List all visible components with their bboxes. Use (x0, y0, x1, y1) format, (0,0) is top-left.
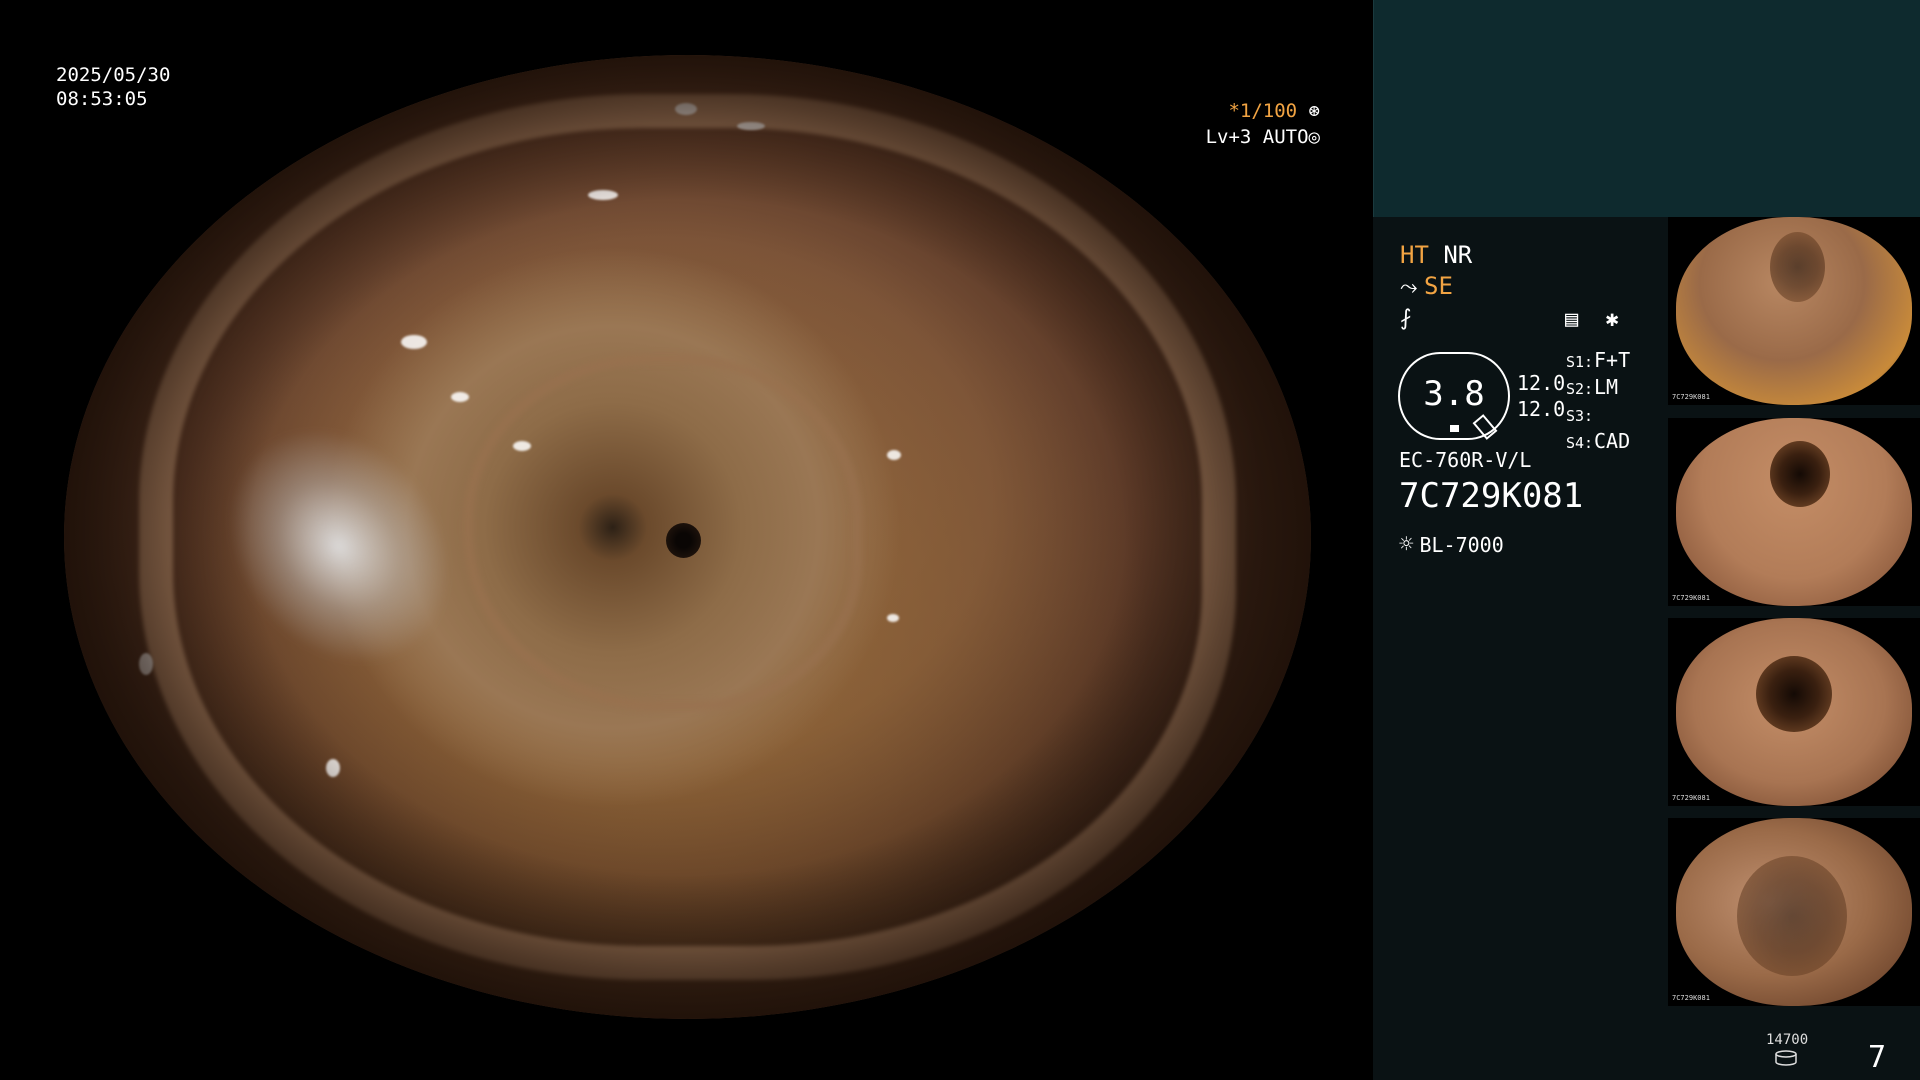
specular-highlight (512, 440, 531, 451)
switch-value: LM (1594, 375, 1619, 399)
thumbnail-tag: 7C729K081 (1672, 994, 1710, 1002)
nr-mode: NR (1443, 241, 1473, 269)
gauge-value: 3.8 (1423, 374, 1485, 414)
switch-value: F+T (1594, 348, 1631, 372)
captured-thumbnail[interactable]: 7C729K081 (1668, 418, 1920, 606)
thumbnail-tag: 7C729K081 (1672, 794, 1710, 802)
switch-key: S3: (1566, 407, 1594, 425)
thumbnail-tag: 7C729K081 (1672, 393, 1710, 401)
ht-mode: HT (1400, 241, 1429, 269)
structure-enhance-icon: ⤳ (1400, 275, 1418, 300)
switch-row: S4:CAD (1566, 429, 1630, 456)
info-panel-header (1373, 0, 1920, 217)
storage-count: 14700 (1766, 1032, 1809, 1048)
light-source: ☼ BL-7000 (1399, 530, 1504, 558)
timestamp: 2025/05/30 08:53:05 (56, 63, 170, 111)
specular-highlight (887, 450, 902, 461)
settings-list-icon: ▤ (1565, 307, 1579, 332)
storage-disk-icon (1775, 1050, 1797, 1066)
scope-switch-assignments: S1:F+T S2:LM S3: S4:CAD (1566, 348, 1630, 456)
image-mode-settings: HT NR ⤳ SE ⨏ (1400, 240, 1700, 333)
shutter-speed: *1/100 (1228, 100, 1298, 122)
endoscopic-image (64, 55, 1311, 1019)
gauge-marker (1450, 425, 1459, 432)
aperture-icon: ⊛ (1308, 100, 1320, 122)
scope-model: EC-760R-V/L (1399, 448, 1532, 472)
thumbnail-tag: 7C729K081 (1672, 594, 1710, 602)
switch-row: S3: (1566, 402, 1630, 429)
time-text: 08:53:05 (56, 88, 148, 110)
thumbnail-image (1676, 217, 1912, 405)
switch-value: CAD (1594, 429, 1631, 453)
gamma-icon: ⨏ (1400, 306, 1412, 331)
specular-highlight (138, 652, 153, 675)
switch-key: S4: (1566, 434, 1594, 452)
specular-highlight (587, 189, 618, 200)
thumbnail-lumen (1770, 440, 1831, 507)
zoom-gauge: 3.8 (1398, 352, 1510, 440)
iris-icon: ◎ (1308, 126, 1320, 148)
specular-highlight (737, 122, 766, 131)
captured-thumbnail[interactable]: 7C729K081 (1668, 618, 1920, 806)
switch-row: S1:F+T (1566, 348, 1630, 375)
specular-highlight (675, 103, 698, 116)
colon-lumen (666, 522, 702, 558)
asterisk-icon: ✱ (1605, 307, 1619, 332)
thumbnail-lumen (1737, 855, 1848, 976)
light-source-icon: ☼ (1399, 530, 1414, 558)
thumbnail-image (1676, 418, 1912, 606)
switch-key: S2: (1566, 380, 1594, 398)
specular-highlight (325, 758, 340, 777)
brightness-level: Lv+3 (1205, 126, 1252, 148)
exposure-info: *1/100 ⊛ Lv+3 AUTO◎ (1195, 100, 1320, 152)
thumbnail-lumen (1770, 232, 1826, 303)
thumbnail-lumen (1756, 655, 1833, 732)
specular-highlight (450, 392, 469, 403)
captured-thumbnail[interactable]: 7C729K081 (1668, 217, 1920, 405)
exposure-mode: AUTO (1262, 126, 1309, 148)
specular-highlight (887, 614, 900, 623)
gauge-limits: 12.0 12.0 (1517, 370, 1565, 422)
date-text: 2025/05/30 (56, 64, 171, 86)
gauge-lower: 12.0 (1517, 397, 1566, 421)
scope-serial: 7C729K081 (1399, 476, 1584, 516)
monitor-icons: ▤ ✱ (1565, 307, 1633, 332)
thumbnail-image (1676, 618, 1912, 806)
inner-haustral-fold (463, 353, 863, 711)
gauge-upper: 12.0 (1517, 371, 1566, 395)
switch-row: S2:LM (1566, 375, 1630, 402)
light-reflection (182, 386, 495, 707)
switch-key: S1: (1566, 353, 1594, 371)
captured-thumbnail[interactable]: 7C729K081 (1668, 818, 1920, 1006)
thumbnail-image (1676, 818, 1912, 1006)
endoscope-view (0, 0, 1373, 1080)
image-count: 7 (1868, 1040, 1887, 1075)
se-mode: SE (1424, 272, 1453, 300)
outer-haustral-fold (138, 93, 1237, 981)
specular-highlight (400, 334, 427, 349)
light-source-model: BL-7000 (1419, 533, 1504, 557)
